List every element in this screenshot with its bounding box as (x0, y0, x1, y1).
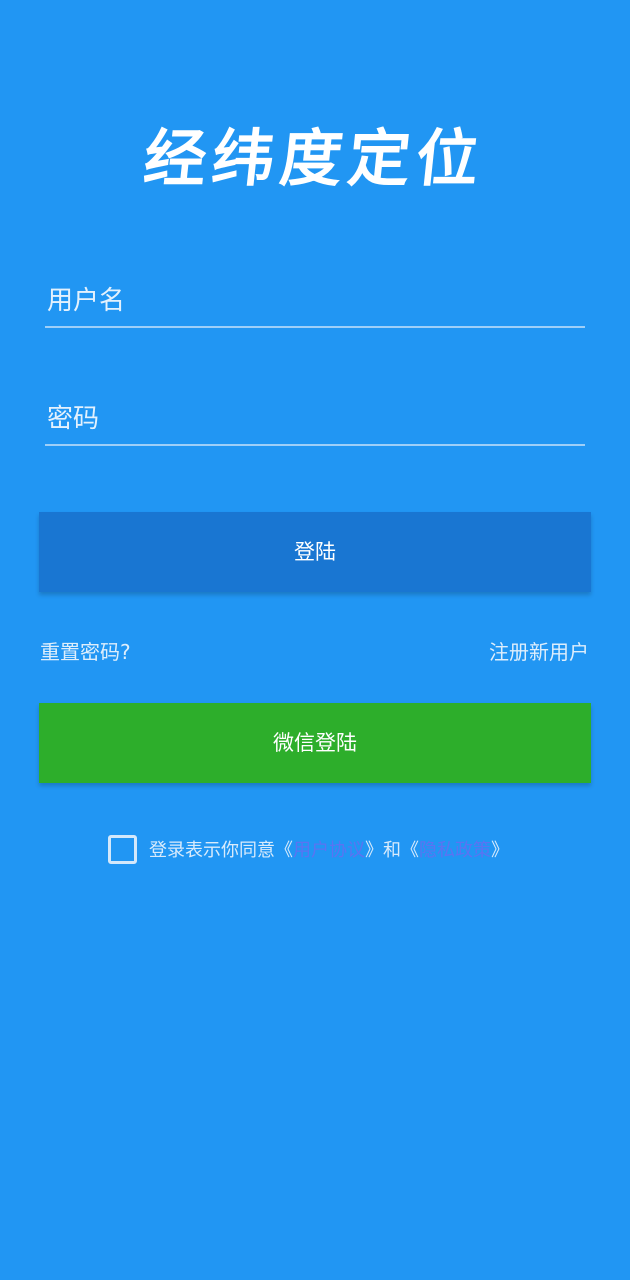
login-screen: 经纬度定位 登陆 重置密码? 注册新用户 微信登陆 登录表示你同意 《 用户协议… (0, 0, 630, 1280)
agreement-and: 和 (383, 840, 401, 861)
login-button[interactable]: 登陆 (39, 512, 591, 592)
agreement-open-bracket-1: 《 (275, 840, 293, 861)
agreement-close-bracket-2: 》 (491, 840, 509, 861)
username-input[interactable] (45, 276, 585, 326)
wechat-login-button[interactable]: 微信登陆 (39, 703, 591, 783)
user-agreement-link[interactable]: 用户协议 (293, 836, 365, 862)
password-input[interactable] (45, 394, 585, 444)
register-link[interactable]: 注册新用户 (489, 636, 589, 665)
password-field (45, 394, 585, 446)
agreement-close-bracket-1: 》 (365, 840, 383, 861)
privacy-policy-link[interactable]: 隐私政策 (419, 836, 491, 862)
agreement-prefix: 登录表示你同意 (149, 840, 275, 861)
username-field (45, 276, 585, 328)
agreement-row: 登录表示你同意 《 用户协议 》 和 《 隐私政策 》 (108, 834, 509, 864)
agreement-open-bracket-2: 《 (401, 840, 419, 861)
reset-password-link[interactable]: 重置密码? (40, 636, 131, 665)
agreement-checkbox[interactable] (108, 834, 137, 864)
app-title: 经纬度定位 (140, 122, 489, 195)
